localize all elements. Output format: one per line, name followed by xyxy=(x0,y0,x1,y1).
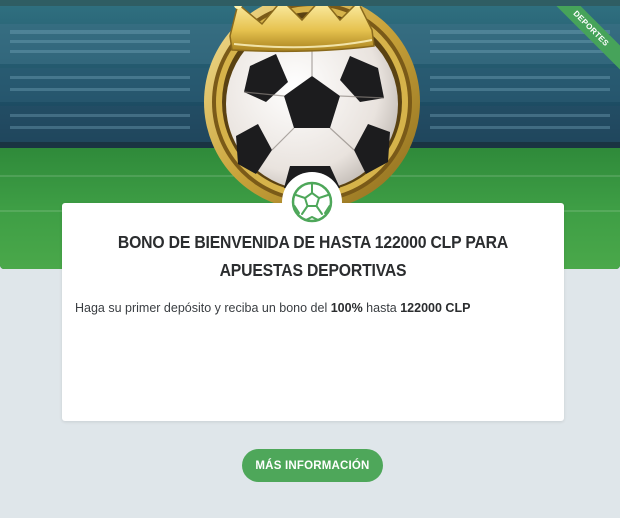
desc-percent: 100% xyxy=(330,301,363,315)
desc-prefix: Haga su primer depósito y reciba un bono… xyxy=(75,301,331,315)
desc-amount: 122000 CLP xyxy=(400,301,471,315)
promo-description: Haga su primer depósito y reciba un bono… xyxy=(75,299,551,317)
soccer-ball-icon xyxy=(291,181,333,223)
ribbon-label: DEPORTES xyxy=(550,6,620,74)
promo-page: DEPORTES BONO DE BIENVENIDA DE HASTA 122… xyxy=(0,0,620,518)
desc-middle: hasta xyxy=(362,301,401,315)
badge xyxy=(282,172,342,232)
sports-ribbon: DEPORTES xyxy=(550,6,620,76)
more-info-button[interactable]: MÁS INFORMACIÓN xyxy=(242,449,383,482)
promo-card: BONO DE BIENVENIDA DE HASTA 122000 CLP P… xyxy=(62,203,564,421)
promo-title: BONO DE BIENVENIDA DE HASTA 122000 CLP P… xyxy=(117,232,509,280)
